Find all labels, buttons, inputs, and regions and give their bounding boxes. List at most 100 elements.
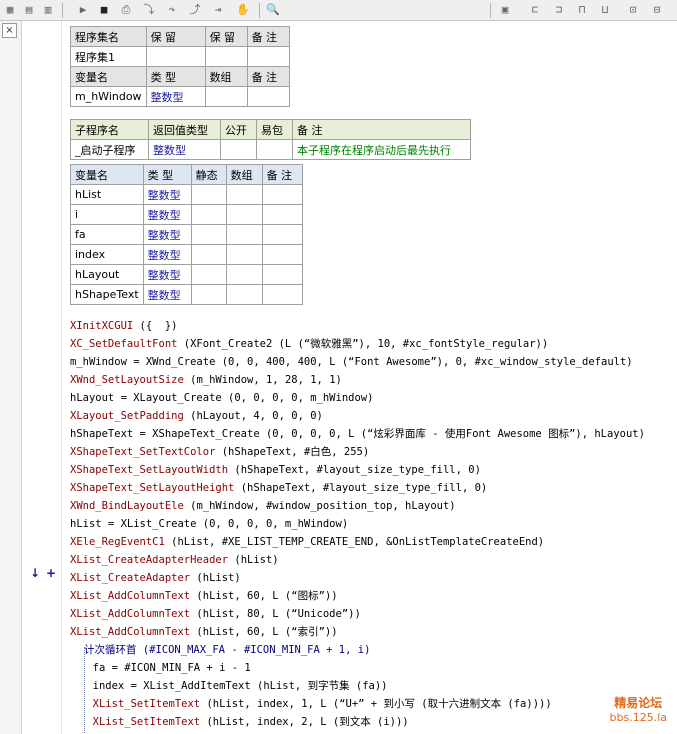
right-icon-7[interactable]: ⊟ <box>650 3 664 17</box>
code-line[interactable]: XList_AddColumnText (hList, 60, L (“图标”)… <box>70 587 645 605</box>
step-into-icon[interactable]: ⤵ <box>142 3 156 17</box>
code-line[interactable]: fa = #ICON_MIN_FA + i - 1 <box>70 659 645 677</box>
local-var-type[interactable]: 整数型 <box>142 264 192 285</box>
local-var-name[interactable]: fa <box>70 224 144 245</box>
local-var-type[interactable]: 整数型 <box>142 204 192 225</box>
code-line[interactable]: XList_SetItemText (hList, index, 2, L (到… <box>70 713 645 731</box>
code-line[interactable]: hList = XList_Create (0, 0, 0, 0, m_hWin… <box>70 515 645 533</box>
local-var-name[interactable]: hShapeText <box>70 284 144 305</box>
local-var-type[interactable]: 整数型 <box>142 184 192 205</box>
local-var-static[interactable] <box>190 204 227 225</box>
breakpoint-arrow-icon[interactable]: ↓ <box>30 566 40 580</box>
local-var-static[interactable] <box>190 264 227 285</box>
code-line[interactable]: hShapeText = XShapeText_Create (0, 0, 0,… <box>70 425 645 443</box>
run-icon[interactable]: ▶ <box>76 3 90 17</box>
right-icon-4[interactable]: ⊓ <box>575 3 589 17</box>
function-name: XEle_RegEventC1 <box>70 536 165 548</box>
close-tab-button[interactable]: × <box>2 23 17 38</box>
local-var-type[interactable]: 整数型 <box>142 224 192 245</box>
local-var-name[interactable]: i <box>70 204 144 225</box>
code-line[interactable]: m_hWindow = XWnd_Create (0, 0, 400, 400,… <box>70 353 645 371</box>
table2-icon[interactable]: ▥ <box>41 3 55 17</box>
hand-icon[interactable]: ✋ <box>236 3 250 17</box>
sub-epackage[interactable] <box>256 139 293 160</box>
local-var-note[interactable] <box>261 224 303 245</box>
local-var-array[interactable] <box>225 204 263 225</box>
locals-header-array: 数组 <box>225 164 263 185</box>
local-var-name[interactable]: hLayout <box>70 264 144 285</box>
global-var-note[interactable] <box>246 86 290 107</box>
step-over-icon[interactable]: ↷ <box>165 3 179 17</box>
stop-icon[interactable]: ■ <box>97 3 111 17</box>
form-icon[interactable]: ▦ <box>3 3 17 17</box>
code-line[interactable]: XList_AddColumnText (hList, 80, L (“Unic… <box>70 605 645 623</box>
local-var-note[interactable] <box>261 244 303 265</box>
code-line[interactable]: XList_AddColumnText (hList, 60, L (“索引”)… <box>70 623 645 641</box>
var-header-note: 备 注 <box>246 66 290 87</box>
local-var-type[interactable]: 整数型 <box>142 284 192 305</box>
local-var-array[interactable] <box>225 224 263 245</box>
sub-public[interactable] <box>220 139 257 160</box>
local-var-note[interactable] <box>261 284 303 305</box>
assembly-cell[interactable] <box>204 46 248 67</box>
expand-plus-icon[interactable]: + <box>46 566 56 580</box>
local-var-name[interactable]: index <box>70 244 144 265</box>
code-line[interactable]: XShapeText_SetTextColor (hShapeText, #白色… <box>70 443 645 461</box>
run-to-cursor-icon[interactable]: ⇥ <box>211 3 225 17</box>
local-var-static[interactable] <box>190 224 227 245</box>
local-var-static[interactable] <box>190 184 227 205</box>
local-var-row[interactable]: hShapeText 整数型 <box>70 284 303 305</box>
sub-note[interactable]: 本子程序在程序启动后最先执行 <box>292 139 471 160</box>
code-line[interactable]: XWnd_BindLayoutEle (m_hWindow, #window_p… <box>70 497 645 515</box>
code-line[interactable]: XC_SetDefaultFont (XFont_Create2 (L (“微软… <box>70 335 645 353</box>
code-line[interactable]: 计次循环首 (#ICON_MAX_FA - #ICON_MIN_FA + 1, … <box>70 641 645 659</box>
local-var-type[interactable]: 整数型 <box>142 244 192 265</box>
right-icon-1[interactable]: ▣ <box>498 3 512 17</box>
step-out-icon[interactable]: ⤴ <box>188 3 202 17</box>
local-var-note[interactable] <box>261 264 303 285</box>
local-var-row[interactable]: hLayout 整数型 <box>70 264 303 285</box>
sub-name[interactable]: _启动子程序 <box>70 139 149 160</box>
global-var-array[interactable] <box>204 86 248 107</box>
local-var-array[interactable] <box>225 264 263 285</box>
code-line[interactable]: hLayout = XLayout_Create (0, 0, 0, 0, m_… <box>70 389 645 407</box>
find-icon[interactable]: 🔍 <box>266 3 280 17</box>
local-var-note[interactable] <box>261 204 303 225</box>
debug-icon[interactable]: ⎙ <box>119 3 133 17</box>
local-var-array[interactable] <box>225 244 263 265</box>
code-line[interactable]: XInitXCGUI ({ }) <box>70 317 645 335</box>
local-var-row[interactable]: hList 整数型 <box>70 184 303 205</box>
local-var-array[interactable] <box>225 184 263 205</box>
assembly-header-reserved1: 保 留 <box>145 26 206 47</box>
code-line[interactable]: XList_CreateAdapter (hList) <box>70 569 645 587</box>
global-var-name[interactable]: m_hWindow <box>70 86 147 107</box>
local-var-name[interactable]: hList <box>70 184 144 205</box>
local-var-static[interactable] <box>190 284 227 305</box>
code-line[interactable]: XWnd_SetLayoutSize (m_hWindow, 1, 28, 1,… <box>70 371 645 389</box>
assembly-name-cell[interactable]: 程序集1 <box>70 46 147 67</box>
right-icon-2[interactable]: ⊏ <box>528 3 542 17</box>
local-var-row[interactable]: i 整数型 <box>70 204 303 225</box>
code-line[interactable]: XEle_RegEventC1 (hList, #XE_LIST_TEMP_CR… <box>70 533 645 551</box>
code-line[interactable]: XList_SetItemText (hList, index, 1, L (“… <box>70 695 645 713</box>
code-editor[interactable]: 程序集名 保 留 保 留 备 注 程序集1 变量名 类 型 数组 备 注 m_h… <box>63 21 677 734</box>
right-icon-5[interactable]: ⊔ <box>598 3 612 17</box>
right-icon-3[interactable]: ⊐ <box>552 3 566 17</box>
local-var-note[interactable] <box>261 184 303 205</box>
local-var-static[interactable] <box>190 244 227 265</box>
code-body[interactable]: XInitXCGUI ({ }) XC_SetDefaultFont (XFont… <box>70 317 645 734</box>
code-line[interactable]: XShapeText_SetLayoutWidth (hShapeText, #… <box>70 461 645 479</box>
assembly-cell[interactable] <box>246 46 290 67</box>
assembly-cell[interactable] <box>145 46 206 67</box>
table-icon[interactable]: ▤ <box>22 3 36 17</box>
code-line[interactable]: XList_CreateAdapterHeader (hList) <box>70 551 645 569</box>
local-var-row[interactable]: fa 整数型 <box>70 224 303 245</box>
global-var-type[interactable]: 整数型 <box>145 86 206 107</box>
local-var-array[interactable] <box>225 284 263 305</box>
code-line[interactable]: XLayout_SetPadding (hLayout, 4, 0, 0, 0) <box>70 407 645 425</box>
code-line[interactable]: index = XList_AddItemText (hList, 到字节集 (… <box>70 677 645 695</box>
code-line[interactable]: XShapeText_SetLayoutHeight (hShapeText, … <box>70 479 645 497</box>
sub-return-type[interactable]: 整数型 <box>148 139 221 160</box>
local-var-row[interactable]: index 整数型 <box>70 244 303 265</box>
right-icon-6[interactable]: ⊡ <box>626 3 640 17</box>
